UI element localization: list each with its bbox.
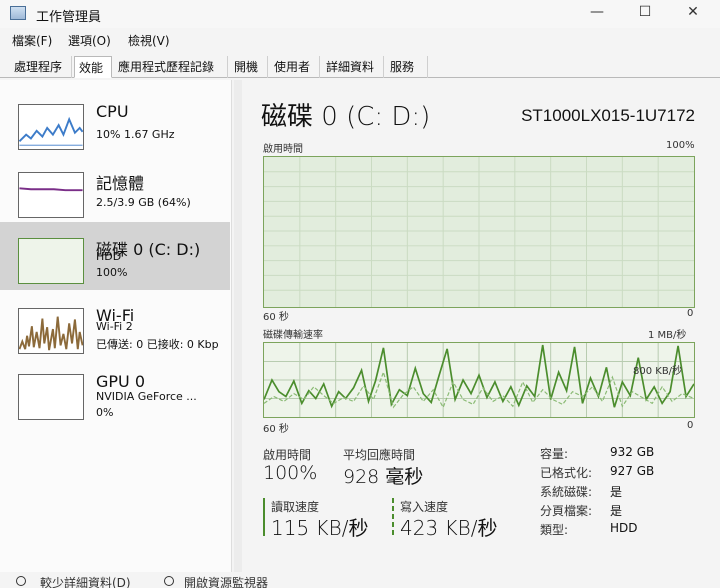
close-button[interactable]: ✕ (678, 4, 708, 24)
task-manager-icon (10, 6, 26, 20)
disk-model: ST1000LX015-1U7172 (521, 106, 695, 125)
memory-graph-thumbnail (18, 172, 84, 218)
tab-performance[interactable]: 效能 (74, 56, 112, 78)
window-title: 工作管理員 (36, 10, 102, 25)
menu-view[interactable]: 檢視(V) (128, 32, 170, 49)
tab-startup[interactable]: 開機 (230, 56, 268, 78)
tab-strip: 處理程序 效能 應用程式歷程記錄 開機 使用者 詳細資料 服務 (0, 54, 720, 78)
transfer-max-label: 1 MB/秒 (648, 330, 687, 341)
less-details-link[interactable]: 較少詳細資料(D) (40, 574, 131, 588)
type-value: HDD (610, 521, 638, 535)
tab-details[interactable]: 詳細資料 (322, 56, 384, 78)
transfer-left-axis: 60 秒 (263, 424, 289, 435)
gpu-title: GPU 0 (96, 372, 146, 391)
title-bar: 工作管理員 — ☐ ✕ (0, 0, 720, 28)
system-disk-label: 系統磁碟: (540, 485, 593, 499)
disk-usage-text: 100% (96, 266, 128, 279)
capacity-value: 932 GB (610, 445, 655, 459)
active-time-graph (263, 156, 695, 308)
pagefile-value: 是 (610, 504, 623, 518)
transfer-graph-label: 磁碟傳輸速率 (263, 330, 323, 341)
sidebar-item-memory[interactable]: 記憶體 2.5/3.9 GB (64%) (0, 156, 230, 224)
maximize-button[interactable]: ☐ (630, 4, 660, 24)
gpu-graph-thumbnail (18, 374, 84, 420)
transfer-rate-graph (263, 342, 695, 418)
active-time-stat-label: 啟用時間 (263, 448, 312, 462)
sidebar-item-gpu[interactable]: GPU 0 NVIDIA GeForce ... 0% (0, 358, 230, 426)
minimize-button[interactable]: — (582, 4, 612, 24)
active-time-left-axis: 60 秒 (263, 312, 289, 323)
tab-processes[interactable]: 處理程序 (10, 56, 72, 78)
read-speed-indicator (263, 498, 265, 536)
capacity-label: 容量: (540, 447, 569, 461)
sidebar-item-wifi[interactable]: Wi-Fi Wi-Fi 2 已傳送: 0 已接收: 0 Kbp (0, 292, 230, 360)
menu-file[interactable]: 檔案(F) (12, 32, 52, 49)
wifi-adapter-text: Wi-Fi 2 (96, 320, 133, 333)
write-speed: 寫入速度 423 KB/秒 (392, 498, 522, 540)
gpu-usage-text: 0% (96, 406, 114, 419)
transfer-mid-label: 800 KB/秒 (633, 366, 683, 377)
sidebar-item-cpu[interactable]: CPU 10% 1.67 GHz (0, 88, 230, 156)
system-disk-value: 是 (610, 485, 623, 499)
resource-monitor-link[interactable]: 開啟資源監視器 (184, 574, 268, 588)
pane-divider[interactable] (234, 80, 242, 572)
menu-options[interactable]: 選項(O) (68, 32, 111, 49)
formatted-value: 927 GB (610, 464, 655, 478)
type-label: 類型: (540, 523, 569, 537)
tab-services[interactable]: 服務 (386, 56, 428, 78)
tab-users[interactable]: 使用者 (270, 56, 320, 78)
read-speed-value: 115 KB/秒 (271, 516, 369, 540)
memory-usage-text: 2.5/3.9 GB (64%) (96, 196, 191, 209)
page-title: 磁碟 0 (C: D:) (261, 102, 431, 132)
disk-graph-thumbnail (18, 238, 84, 284)
formatted-label: 已格式化: (540, 466, 593, 480)
disk-type-text: HDD (96, 250, 122, 263)
disk-details-panel: 磁碟 0 (C: D:) ST1000LX015-1U7172 啟用時間 100… (245, 80, 715, 572)
footer: 較少詳細資料(D) 開啟資源監視器 (0, 574, 720, 588)
pagefile-label: 分頁檔案: (540, 504, 593, 518)
read-speed: 讀取速度 115 KB/秒 (263, 498, 393, 540)
active-time-max-label: 100% (666, 140, 695, 151)
active-time-right-axis: 0 (687, 308, 694, 319)
tab-app-history[interactable]: 應用程式歷程記錄 (114, 56, 228, 78)
resource-monitor-icon (164, 576, 174, 586)
cpu-graph-thumbnail (18, 104, 84, 150)
cpu-usage-text: 10% 1.67 GHz (96, 128, 175, 141)
wifi-graph-thumbnail (18, 308, 84, 354)
cpu-title: CPU (96, 102, 129, 121)
write-speed-indicator (392, 498, 394, 536)
write-speed-value: 423 KB/秒 (400, 516, 498, 540)
performance-sidebar: CPU 10% 1.67 GHz 記憶體 2.5/3.9 GB (64%) 磁碟… (0, 80, 232, 572)
avg-response-label: 平均回應時間 (343, 448, 416, 462)
chevron-up-icon (16, 576, 26, 586)
memory-title: 記憶體 (96, 174, 145, 193)
gpu-name-text: NVIDIA GeForce ... (96, 390, 197, 403)
avg-response-value: 928 毫秒 (343, 466, 424, 488)
transfer-right-axis: 0 (687, 420, 694, 431)
active-time-stat-value: 100% (263, 462, 318, 484)
wifi-traffic-text: 已傳送: 0 已接收: 0 Kbp (96, 338, 219, 351)
menu-bar: 檔案(F) 選項(O) 檢視(V) (0, 30, 720, 50)
sidebar-item-disk[interactable]: 磁碟 0 (C: D:) HDD 100% (0, 222, 230, 290)
active-time-graph-label: 啟用時間 (263, 144, 303, 155)
